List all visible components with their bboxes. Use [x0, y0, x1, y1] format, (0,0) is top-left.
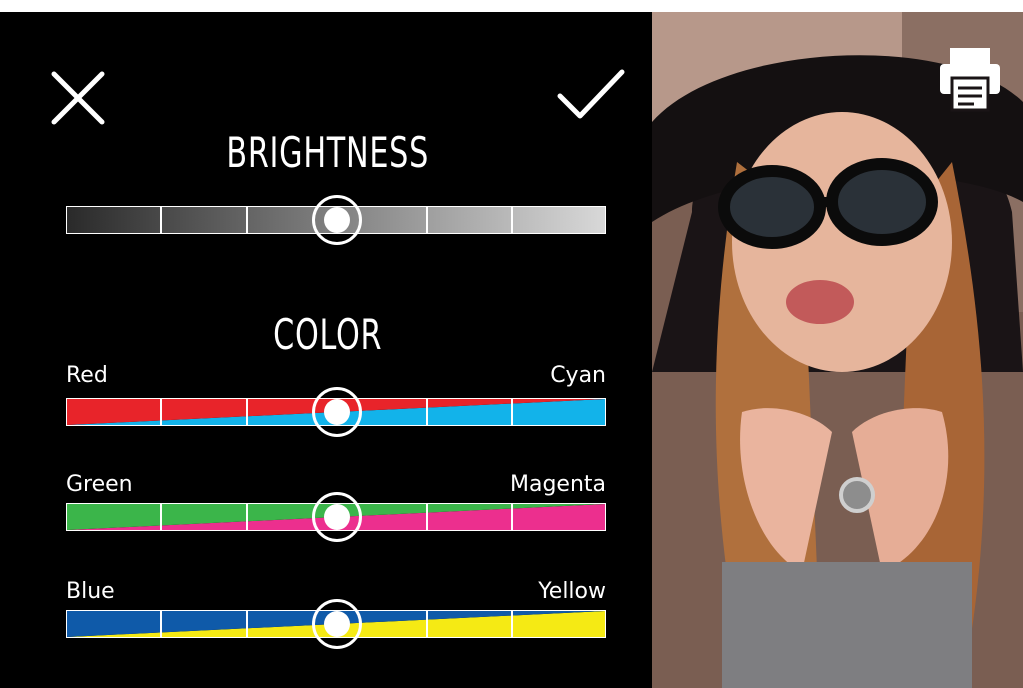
slider-tick	[426, 207, 428, 233]
slider-tick	[511, 207, 513, 233]
brightness-slider[interactable]	[66, 195, 606, 245]
blue-yellow-slider-handle[interactable]	[312, 599, 362, 649]
red-cyan-slider[interactable]	[66, 387, 606, 437]
slider-tick	[426, 504, 428, 530]
slider-tick	[160, 399, 162, 425]
magenta-label: Magenta	[509, 472, 606, 497]
preview-photo	[652, 12, 1023, 688]
green-magenta-slider[interactable]	[66, 492, 606, 542]
slider-tick	[426, 399, 428, 425]
slider-tick	[160, 611, 162, 637]
slider-tick	[160, 207, 162, 233]
yellow-label: Yellow	[538, 579, 606, 604]
slider-tick	[511, 611, 513, 637]
adjustment-panel: BRIGHTNESS COLOR Red Cyan Green Magenta …	[0, 12, 652, 688]
slider-tick	[246, 207, 248, 233]
close-icon	[51, 71, 105, 125]
blue-label: Blue	[66, 579, 115, 604]
print-button[interactable]	[938, 46, 1002, 112]
slider-tick	[511, 504, 513, 530]
green-label: Green	[66, 472, 133, 497]
slider-tick	[246, 399, 248, 425]
brightness-slider-handle[interactable]	[312, 195, 362, 245]
red-cyan-slider-handle[interactable]	[312, 387, 362, 437]
color-title: COLOR	[273, 310, 383, 359]
close-button[interactable]	[50, 70, 106, 126]
slider-tick	[511, 399, 513, 425]
slider-tick	[246, 504, 248, 530]
printer-icon	[940, 48, 1000, 112]
slider-tick	[160, 504, 162, 530]
red-label: Red	[66, 363, 108, 388]
slider-tick	[246, 611, 248, 637]
cyan-label: Cyan	[550, 363, 606, 388]
blue-yellow-slider[interactable]	[66, 599, 606, 649]
slider-tick	[426, 611, 428, 637]
confirm-button[interactable]	[556, 68, 626, 122]
brightness-title: BRIGHTNESS	[226, 128, 429, 177]
check-icon	[557, 69, 625, 119]
green-magenta-slider-handle[interactable]	[312, 492, 362, 542]
portrait-illustration	[652, 12, 1023, 688]
